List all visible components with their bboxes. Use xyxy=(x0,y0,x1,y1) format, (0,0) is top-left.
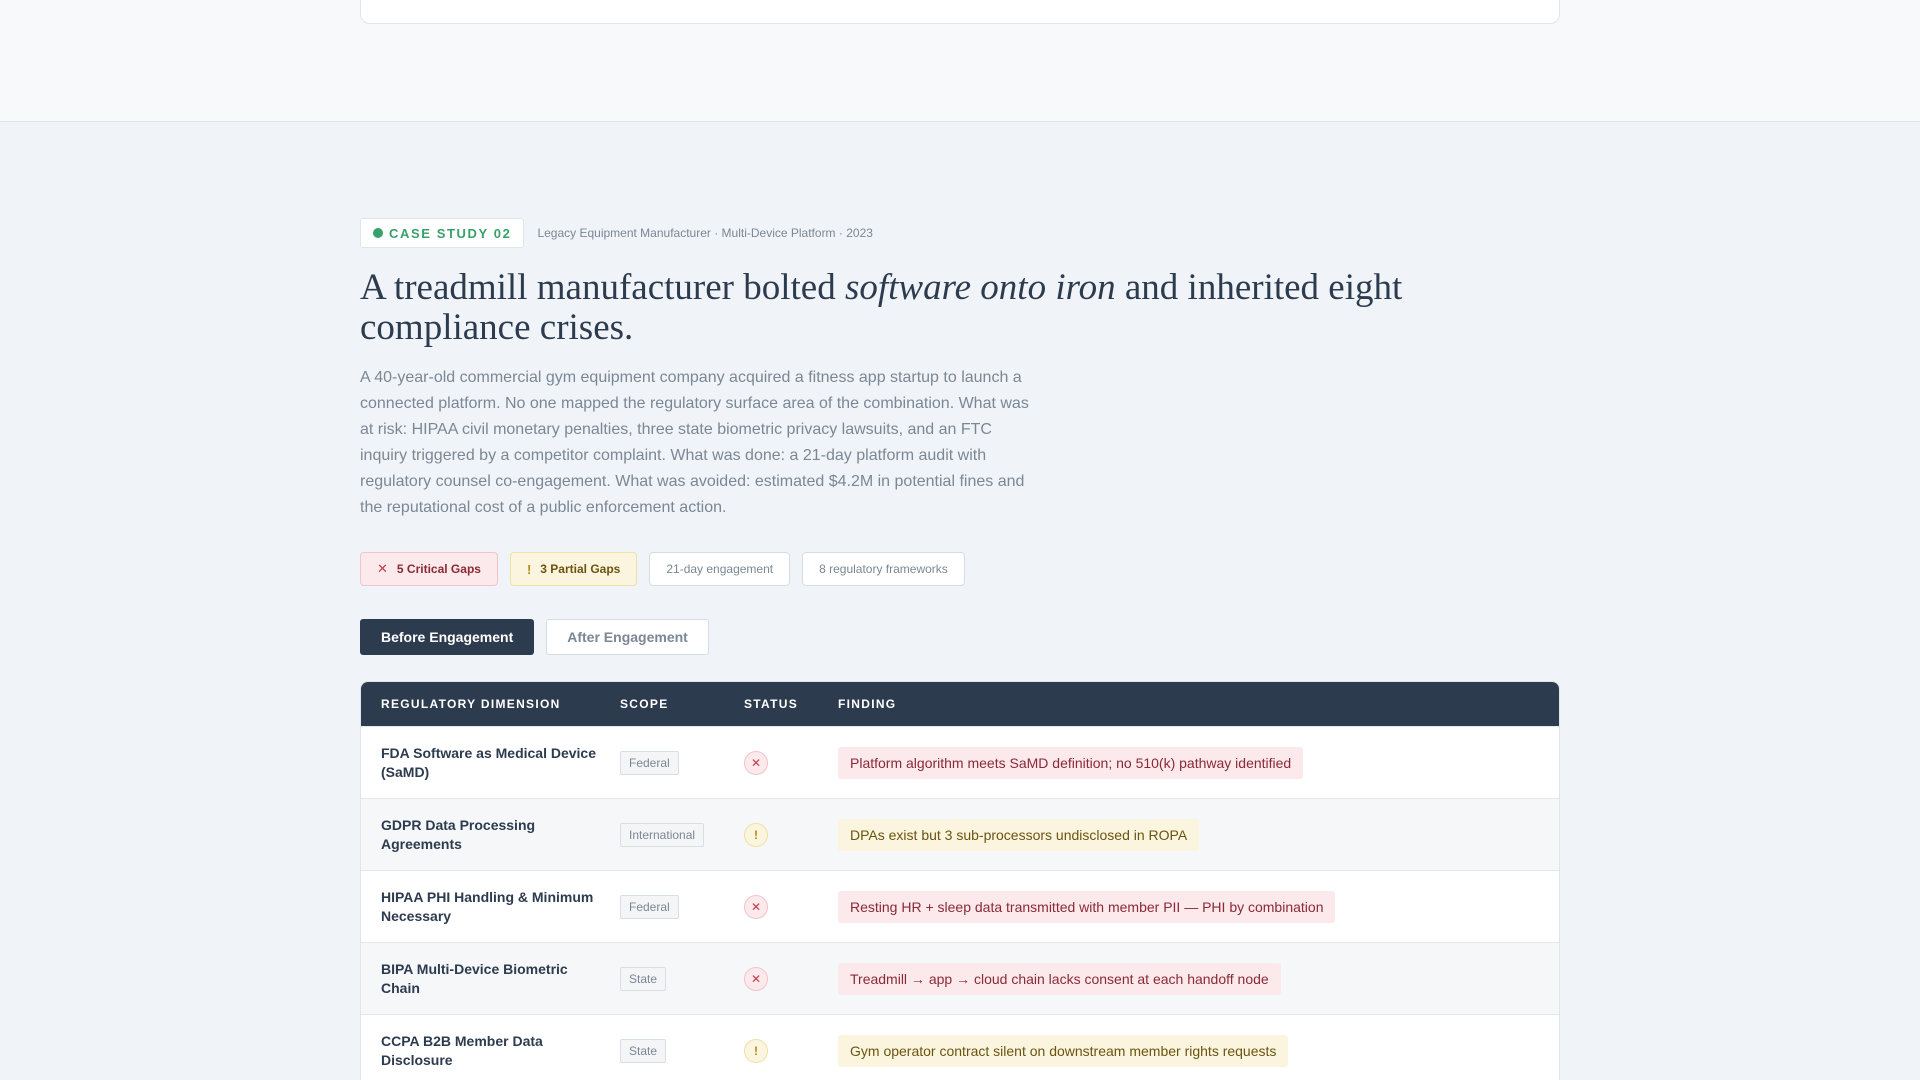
status-dot-icon xyxy=(373,228,383,238)
scope-tag: Federal xyxy=(620,894,679,919)
summary-pills: ✕ 5 Critical Gaps ! 3 Partial Gaps 21-da… xyxy=(360,552,1560,586)
critical-status-icon: ✕ xyxy=(744,894,768,919)
critical-status-icon: ✕ xyxy=(744,750,768,775)
close-icon: ✕ xyxy=(377,561,388,576)
partial-status-icon: ! xyxy=(744,1038,768,1063)
case-study-meta-row: CASE STUDY 02 Legacy Equipment Manufactu… xyxy=(360,218,1560,248)
scope-tag: Federal xyxy=(620,750,679,775)
finding-text: Resting HR + sleep data transmitted with… xyxy=(838,890,1336,923)
previous-section-card xyxy=(360,0,1560,24)
column-header-dimension: REGULATORY DIMENSION xyxy=(381,697,561,711)
case-study-meta: Legacy Equipment Manufacturer · Multi-De… xyxy=(537,226,873,240)
headline-emphasis: software onto iron xyxy=(844,267,1116,308)
column-header-status: STATUS xyxy=(744,697,799,711)
scope-tag: International xyxy=(620,822,705,847)
row-dimension: FDA Software as Medical Device (SaMD) xyxy=(381,744,597,780)
frameworks-count-label: 8 regulatory frameworks xyxy=(819,562,948,576)
finding-text: Gym operator contract silent on downstre… xyxy=(838,1034,1289,1067)
finding-text: Platform algorithm meets SaMD definition… xyxy=(838,746,1304,779)
row-dimension: GDPR Data Processing Agreements xyxy=(381,816,536,852)
case-study-section: CASE STUDY 02 Legacy Equipment Manufactu… xyxy=(360,218,1560,1080)
row-dimension: CCPA B2B Member Data Disclosure xyxy=(381,1032,543,1068)
compliance-table: REGULATORY DIMENSION SCOPE STATUS FINDIN… xyxy=(360,681,1560,1080)
engagement-duration-label: 21-day engagement xyxy=(666,562,774,576)
scope-tag: State xyxy=(620,966,667,991)
row-dimension: HIPAA PHI Handling & Minimum Necessary xyxy=(381,888,594,924)
table-row: HIPAA PHI Handling & Minimum Necessary F… xyxy=(361,870,1559,942)
partial-gaps-label: 3 Partial Gaps xyxy=(540,562,621,576)
engagement-tabs: Before Engagement After Engagement xyxy=(360,619,1560,655)
table-header: REGULATORY DIMENSION SCOPE STATUS FINDIN… xyxy=(361,682,1559,726)
case-study-label: CASE STUDY 02 xyxy=(389,225,512,241)
previous-section-band xyxy=(0,0,1920,122)
scope-tag: State xyxy=(620,1038,667,1063)
warning-icon: ! xyxy=(526,561,532,577)
case-study-summary: A 40-year-old commercial gym equipment c… xyxy=(360,369,1029,516)
tab-after-engagement[interactable]: After Engagement xyxy=(546,619,709,655)
partial-status-icon: ! xyxy=(744,822,768,847)
table-row: BIPA Multi-Device Biometric Chain State … xyxy=(361,942,1559,1014)
table-row: GDPR Data Processing Agreements Internat… xyxy=(361,798,1559,870)
case-study-badge: CASE STUDY 02 xyxy=(360,218,525,248)
critical-status-icon: ✕ xyxy=(744,966,768,991)
row-dimension: BIPA Multi-Device Biometric Chain xyxy=(381,960,568,996)
table-row: CCPA B2B Member Data Disclosure State ! … xyxy=(361,1014,1559,1080)
table-row: FDA Software as Medical Device (SaMD) Fe… xyxy=(361,726,1559,798)
tab-before-engagement[interactable]: Before Engagement xyxy=(360,619,535,655)
partial-gaps-pill: ! 3 Partial Gaps xyxy=(509,552,638,586)
critical-gaps-label: 5 Critical Gaps xyxy=(396,562,481,576)
engagement-duration-pill: 21-day engagement xyxy=(649,552,791,586)
frameworks-count-pill: 8 regulatory frameworks xyxy=(802,552,965,586)
page-title: A treadmill manufacturer bolted software… xyxy=(360,268,1560,348)
column-header-scope: SCOPE xyxy=(620,697,669,711)
critical-gaps-pill: ✕ 5 Critical Gaps xyxy=(360,552,498,586)
headline-part-1: A treadmill manufacturer bolted xyxy=(360,267,845,308)
column-header-finding: FINDING xyxy=(838,697,897,711)
finding-text: DPAs exist but 3 sub-processors undisclo… xyxy=(838,818,1200,851)
finding-text: Treadmill → app → cloud chain lacks cons… xyxy=(838,962,1281,995)
